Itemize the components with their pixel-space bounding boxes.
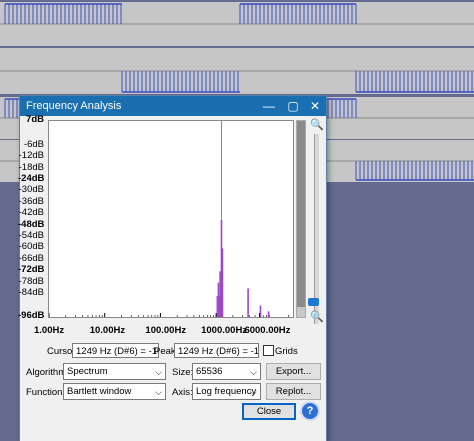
x-tick-label: 1000.00Hz	[201, 325, 248, 336]
size-select[interactable]: 65536 ⌵	[192, 363, 261, 380]
chevron-down-icon: ⌵	[250, 367, 257, 377]
peak-readout[interactable]: 1249 Hz (D#6) = -103.6 d	[174, 343, 259, 358]
zoom-in-icon[interactable]: 🔍	[310, 118, 324, 131]
y-tick-label: -6dB	[23, 138, 44, 150]
y-tick-label: 7dB	[26, 114, 44, 125]
axis-label: Axis:	[172, 387, 193, 398]
dialog-title: Frequency Analysis	[26, 100, 122, 112]
spectrum-plot[interactable]	[48, 120, 294, 318]
y-tick-label: -48dB	[18, 218, 45, 230]
grids-checkbox[interactable]	[263, 345, 274, 356]
size-value: 65536	[196, 366, 223, 377]
y-tick-label: -60dB	[18, 241, 44, 253]
x-tick-label: 100.00Hz	[145, 325, 187, 336]
zoom-slider-track[interactable]	[314, 134, 319, 324]
close-icon[interactable]: ✕	[304, 96, 326, 116]
function-select[interactable]: Bartlett window ⌵	[63, 383, 166, 400]
chevron-down-icon: ⌵	[155, 387, 162, 397]
spectrum-base	[216, 296, 222, 317]
y-tick-label: -24dB	[18, 172, 45, 184]
y-tick-label: -72dB	[18, 264, 45, 276]
maximize-icon[interactable]: ▢	[282, 96, 304, 116]
y-tick-label: -78dB	[18, 275, 44, 287]
y-tick-label: -12dB	[18, 150, 44, 162]
y-tick-label: -36dB	[18, 195, 44, 207]
export-button[interactable]: Export...	[266, 363, 321, 380]
function-label: Function:	[26, 387, 66, 398]
y-tick-label: -96dB	[18, 310, 45, 321]
function-value: Bartlett window	[67, 386, 132, 397]
chevron-down-icon: ⌵	[250, 387, 257, 397]
scrollbar-thumb[interactable]	[297, 121, 305, 307]
y-tick-label: -18dB	[18, 161, 44, 173]
x-tick-label: 1.00Hz	[34, 325, 65, 336]
size-label: Size:	[172, 367, 194, 378]
zoom-slider-thumb[interactable]	[308, 298, 319, 306]
axis-value: Log frequency	[196, 386, 257, 397]
axis-select[interactable]: Log frequency ⌵	[192, 383, 261, 400]
frequency-analysis-dialog: Frequency Analysis — ▢ ✕ 7dB -6dB -12dB -18…	[18, 96, 326, 441]
vertical-scrollbar[interactable]	[296, 120, 306, 318]
grids-label: Grids	[275, 346, 298, 357]
replot-button[interactable]: Replot...	[266, 383, 321, 400]
y-tick-label: -30dB	[18, 184, 44, 196]
y-tick-label: -66dB	[18, 252, 44, 264]
chevron-down-icon: ⌵	[155, 367, 162, 377]
help-button[interactable]: ?	[302, 403, 318, 419]
minimize-icon[interactable]: —	[258, 96, 280, 116]
algorithm-select[interactable]: Spectrum ⌵	[63, 363, 166, 380]
x-tick-label: 6000.00Hz	[244, 325, 291, 336]
zoom-out-icon[interactable]: 🔍	[310, 310, 324, 323]
cursor-readout[interactable]: 1249 Hz (D#6) = -109 dB	[72, 343, 159, 358]
y-tick-label: -84dB	[18, 287, 44, 299]
x-tick-label: 10.00Hz	[89, 325, 126, 336]
dialog-titlebar[interactable]: Frequency Analysis — ▢ ✕	[20, 96, 326, 116]
y-tick-label: -42dB	[18, 207, 44, 219]
close-button[interactable]: Close	[242, 403, 296, 420]
algorithm-value: Spectrum	[67, 366, 108, 377]
y-tick-label: -54dB	[18, 230, 44, 242]
